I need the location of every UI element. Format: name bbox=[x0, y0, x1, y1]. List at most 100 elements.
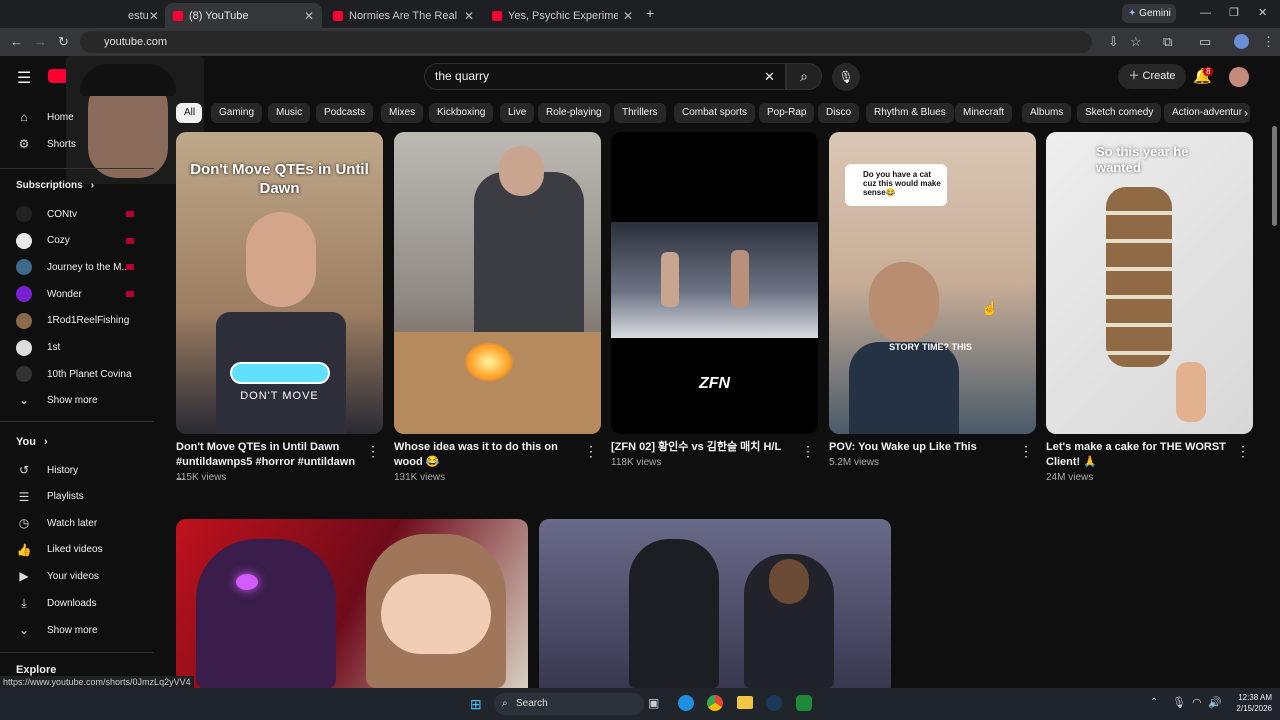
maximize-icon[interactable]: ❐ bbox=[1229, 6, 1239, 19]
chrome-icon[interactable] bbox=[707, 695, 723, 711]
task-view-icon[interactable]: ▣ bbox=[648, 696, 659, 710]
sidebar-item-liked-videos[interactable]: 👍 Liked videos bbox=[16, 543, 103, 557]
subscription-item[interactable]: Cozy bbox=[16, 232, 70, 249]
filter-chip[interactable]: Sketch comedy bbox=[1077, 103, 1162, 123]
filter-chip[interactable]: Minecraft bbox=[955, 103, 1013, 123]
filter-chip[interactable]: Music bbox=[268, 103, 311, 123]
bookmark-star-icon[interactable]: ☆ bbox=[1130, 34, 1142, 50]
sidebar-item-playlists[interactable]: ☰ Playlists bbox=[16, 490, 84, 504]
speaker-icon[interactable]: 🔊 bbox=[1208, 696, 1222, 709]
gemini-button[interactable]: ✦ Gemini bbox=[1122, 4, 1176, 23]
tray-chevron-icon[interactable]: ⌃ bbox=[1150, 697, 1158, 708]
filter-chip[interactable]: Mixes bbox=[381, 103, 424, 123]
subscription-item[interactable]: 1Rod1ReelFishing bbox=[16, 312, 129, 329]
filter-chip[interactable]: Action-adventur bbox=[1164, 103, 1251, 123]
close-icon[interactable]: ✕ bbox=[149, 9, 159, 23]
microphone-icon[interactable]: 🎙 bbox=[1172, 696, 1186, 709]
sidebar-item-your-videos[interactable]: ▶ Your videos bbox=[16, 569, 99, 583]
menu-dots-icon[interactable]: ⋮ bbox=[1262, 34, 1275, 50]
browser-tab[interactable]: Normies Are The Real Schizos✕ bbox=[325, 3, 482, 28]
filter-chip[interactable]: All bbox=[176, 103, 202, 123]
filter-chip[interactable]: Gaming bbox=[211, 103, 263, 123]
sidebar-item-home[interactable]: ⌂ Home bbox=[16, 110, 73, 124]
filter-chip[interactable]: Albums bbox=[1022, 103, 1072, 123]
voice-search-button[interactable]: 🎙 bbox=[832, 63, 860, 91]
video-thumbnail[interactable] bbox=[176, 519, 528, 688]
filter-chip[interactable]: Combat sports bbox=[674, 103, 756, 123]
forward-icon[interactable]: → bbox=[34, 34, 47, 49]
more-options-icon[interactable]: ⋮ bbox=[1019, 443, 1033, 460]
more-options-icon[interactable]: ⋮ bbox=[1236, 443, 1250, 460]
minimize-icon[interactable]: — bbox=[1200, 7, 1211, 19]
filter-chip[interactable]: Role-playing bbox=[538, 103, 610, 123]
show-more-button[interactable]: ⌄ Show more bbox=[16, 393, 98, 407]
profile-avatar[interactable] bbox=[1234, 34, 1249, 49]
search-button[interactable]: ⌕ bbox=[786, 63, 822, 90]
file-explorer-icon[interactable] bbox=[737, 696, 753, 709]
browser-tab[interactable]: estu ✕ bbox=[60, 3, 160, 28]
short-thumbnail[interactable]: So this year he wanted bbox=[1046, 132, 1253, 434]
new-tab-button[interactable]: + bbox=[646, 5, 654, 21]
reload-icon[interactable]: ↻ bbox=[58, 34, 69, 50]
subscriptions-heading[interactable]: Subscriptions › bbox=[16, 180, 94, 191]
account-avatar[interactable] bbox=[1229, 67, 1249, 87]
filter-chip[interactable]: Pop-Rap bbox=[759, 103, 815, 123]
video-thumbnail[interactable] bbox=[539, 519, 891, 688]
short-thumbnail[interactable]: ZFN bbox=[611, 132, 818, 434]
video-title[interactable]: [ZFN 02] 황인수 vs 김한슬 매치 H/L bbox=[611, 440, 793, 455]
subscription-item[interactable]: 1st bbox=[16, 339, 60, 356]
video-title[interactable]: POV: You Wake up Like This bbox=[829, 440, 1011, 455]
edge-icon[interactable] bbox=[678, 695, 694, 711]
show-more-button[interactable]: ⌄ Show more bbox=[16, 623, 98, 637]
url-input[interactable]: youtube.com bbox=[80, 31, 1092, 53]
filter-chip[interactable]: Kickboxing bbox=[429, 103, 494, 123]
more-options-icon[interactable]: ⋮ bbox=[801, 443, 815, 460]
browser-tab[interactable]: Yes, Psychic Experiments Still H✕ bbox=[484, 3, 641, 28]
filter-chip[interactable]: Thrillers bbox=[614, 103, 666, 123]
page-scrollbar[interactable] bbox=[1272, 126, 1277, 226]
extensions-icon[interactable]: ⧉ bbox=[1163, 34, 1172, 50]
hamburger-menu-icon[interactable]: ☰ bbox=[17, 68, 31, 88]
video-title[interactable]: Whose idea was it to do this on wood 😂 bbox=[394, 440, 576, 470]
obs-icon[interactable] bbox=[796, 695, 812, 711]
sidebar-item-watch-later[interactable]: ◷ Watch later bbox=[16, 516, 97, 530]
windows-start-icon[interactable]: ⊞ bbox=[470, 696, 482, 713]
subscription-item[interactable]: CONtv bbox=[16, 206, 77, 222]
create-button[interactable]: ＋ Create bbox=[1118, 64, 1186, 89]
short-thumbnail[interactable]: Don't Move QTEs in Until Dawn DON'T MOVE bbox=[176, 132, 383, 434]
back-icon[interactable]: ← bbox=[10, 34, 23, 49]
steam-icon[interactable] bbox=[766, 695, 782, 711]
more-options-icon[interactable]: ⋮ bbox=[366, 443, 380, 460]
clear-search-icon[interactable]: ✕ bbox=[764, 69, 775, 85]
short-thumbnail[interactable]: Do you have a cat cuz this would make se… bbox=[829, 132, 1036, 434]
side-panel-icon[interactable]: ▭ bbox=[1199, 34, 1211, 50]
close-window-icon[interactable]: ✕ bbox=[1258, 6, 1267, 19]
filter-chip[interactable]: Live bbox=[500, 103, 535, 123]
subscription-item[interactable]: Journey to the M... bbox=[16, 259, 130, 276]
more-options-icon[interactable]: ⋮ bbox=[584, 443, 598, 460]
video-title[interactable]: Let's make a cake for THE WORST Client! … bbox=[1046, 440, 1228, 470]
you-heading[interactable]: You › bbox=[16, 436, 48, 448]
filter-chip[interactable]: Rhythm & Blues bbox=[866, 103, 954, 123]
filter-chip[interactable]: Podcasts bbox=[316, 103, 374, 123]
sidebar-item-history[interactable]: ↺ History bbox=[16, 463, 78, 477]
close-icon[interactable]: ✕ bbox=[623, 9, 633, 23]
close-icon[interactable]: ✕ bbox=[304, 9, 314, 23]
close-icon[interactable]: ✕ bbox=[464, 9, 474, 23]
short-thumbnail[interactable] bbox=[394, 132, 601, 434]
install-icon[interactable]: ⇩ bbox=[1108, 34, 1119, 50]
chevron-right-icon[interactable]: › bbox=[1244, 106, 1248, 120]
clock[interactable]: 12:38 AM 2/15/2026 bbox=[1228, 692, 1272, 714]
browser-tab-active[interactable]: (8) YouTube ✕ bbox=[165, 3, 322, 28]
channel-avatar bbox=[16, 366, 32, 383]
shorts-icon: ⚙ bbox=[18, 137, 30, 151]
youtube-logo[interactable] bbox=[48, 69, 68, 83]
sidebar-item-downloads[interactable]: ⤓ Downloads bbox=[16, 596, 96, 611]
search-input[interactable]: the quarry bbox=[424, 63, 786, 90]
wifi-icon[interactable]: ◠ bbox=[1192, 696, 1202, 709]
subscription-item[interactable]: 10th Planet Covina bbox=[16, 366, 132, 383]
filter-chip[interactable]: Disco bbox=[818, 103, 860, 123]
sidebar-item-shorts[interactable]: ⚙ Shorts bbox=[16, 137, 76, 151]
taskbar-search[interactable]: ⌕ Search bbox=[494, 693, 644, 715]
subscription-item[interactable]: Wonder bbox=[16, 286, 82, 303]
